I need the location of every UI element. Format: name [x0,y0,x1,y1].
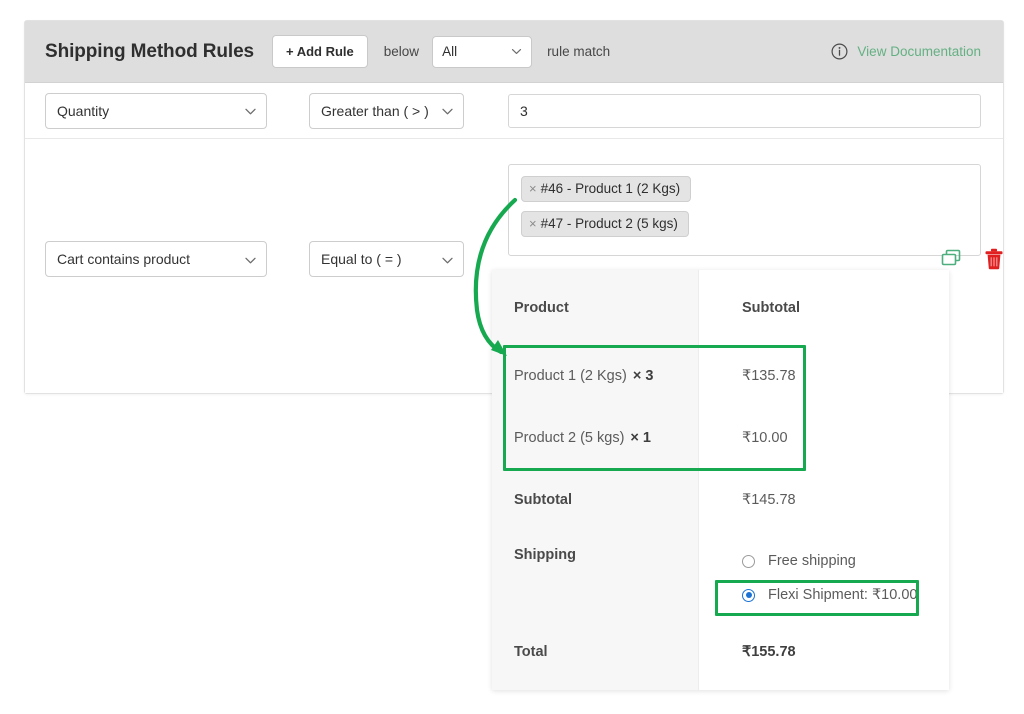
product-tag: × #47 - Product 2 (5 kgs) [521,211,689,237]
duplicate-icon[interactable] [940,248,962,270]
chevron-down-icon [441,105,453,116]
trash-icon[interactable] [984,248,1004,270]
cart-total-label: Total [514,643,548,660]
cart-line-item: Product 1 (2 Kgs) × 3 ₹135.78 [514,345,927,407]
rule-operator-select-value: Equal to ( = ) [321,251,402,267]
rule-row-actions [940,248,1004,270]
panel-header: Shipping Method Rules + Add Rule below A… [25,21,1003,83]
radio-icon[interactable] [742,554,755,568]
product-tag-label: #47 - Product 2 (5 kgs) [540,216,678,231]
rule-match-label: rule match [547,44,611,59]
shipping-option-label: Free shipping [768,553,856,569]
radio-icon-selected[interactable] [742,588,755,602]
chevron-down-icon [244,254,256,265]
tag-remove-icon[interactable]: × [529,216,537,231]
rule-row: Quantity Greater than ( > ) [25,83,1003,138]
rule-match-select[interactable]: All [432,35,533,68]
rule-field-select-cart-contains-product[interactable]: Cart contains product [45,241,267,277]
cart-line-item-name: Product 2 (5 kgs) [514,430,625,446]
chevron-down-icon [244,105,256,116]
chevron-down-icon [511,46,522,57]
rule-field-select-value: Cart contains product [57,251,191,267]
below-label: below [383,44,420,59]
cart-subtotal-value: ₹145.78 [742,492,796,508]
tag-remove-icon[interactable]: × [529,181,537,196]
cart-line-item-name: Product 1 (2 Kgs) [514,368,627,384]
rule-field-select-value: Quantity [57,102,110,119]
rule-operator-select-value: Greater than ( > ) [321,102,429,119]
documentation-link-wrapper: View Documentation [831,43,981,60]
info-circle-icon [831,43,848,60]
cart-shipping-label: Shipping [514,547,577,563]
cart-shipping-options: Free shipping Flexi Shipment: ₹10.00 [720,547,927,609]
product-tag-label: #46 - Product 1 (2 Kgs) [540,181,681,196]
cart-line-item-product: Product 1 (2 Kgs) × 3 [514,368,720,384]
rule-operator-select-cart-contains-product[interactable]: Equal to ( = ) [309,241,464,277]
product-tag: × #46 - Product 1 (2 Kgs) [521,176,692,202]
page-title: Shipping Method Rules [45,40,254,62]
shipping-option-label: Flexi Shipment: ₹10.00 [768,587,918,603]
cart-shipping-row: Shipping Free shipping Flexi Shipment: ₹… [514,531,927,624]
rule-value-input[interactable] [508,93,981,128]
add-rule-button[interactable]: + Add Rule [272,35,368,68]
rule-operator-select-quantity[interactable]: Greater than ( > ) [309,92,464,129]
cart-line-item-qty: × 3 [632,368,654,384]
cart-totals-card: Product Subtotal Product 1 (2 Kgs) × 3 ₹1… [492,270,949,690]
cart-total-value: ₹155.78 [742,643,796,660]
cart-table: Product Subtotal Product 1 (2 Kgs) × 3 ₹1… [492,270,949,679]
cart-subtotal-label: Subtotal [514,492,572,508]
cart-table-header: Product Subtotal [514,270,927,345]
shipping-option-flexi-shipment[interactable]: Flexi Shipment: ₹10.00 [742,581,927,609]
cart-line-item-subtotal: ₹135.78 [742,368,796,384]
column-header-subtotal: Subtotal [742,299,800,316]
cart-subtotal-row: Subtotal ₹145.78 [514,469,927,531]
cart-line-item-qty: × 1 [630,430,651,446]
rule-field-select-quantity[interactable]: Quantity [45,92,267,129]
cart-line-item: Product 2 (5 kgs) × 1 ₹10.00 [514,407,927,469]
cart-line-item-product: Product 2 (5 kgs) × 1 [514,430,720,446]
column-header-product: Product [514,299,569,316]
shipping-option-free-shipping[interactable]: Free shipping [742,547,927,575]
cart-total-row: Total ₹155.78 [514,624,927,679]
product-multiselect[interactable]: × #46 - Product 1 (2 Kgs) × #47 - Produc… [508,164,981,256]
cart-line-item-subtotal: ₹10.00 [742,430,788,446]
rule-match-select-value: All [442,44,458,59]
chevron-down-icon [441,254,453,265]
view-documentation-link[interactable]: View Documentation [857,44,981,59]
